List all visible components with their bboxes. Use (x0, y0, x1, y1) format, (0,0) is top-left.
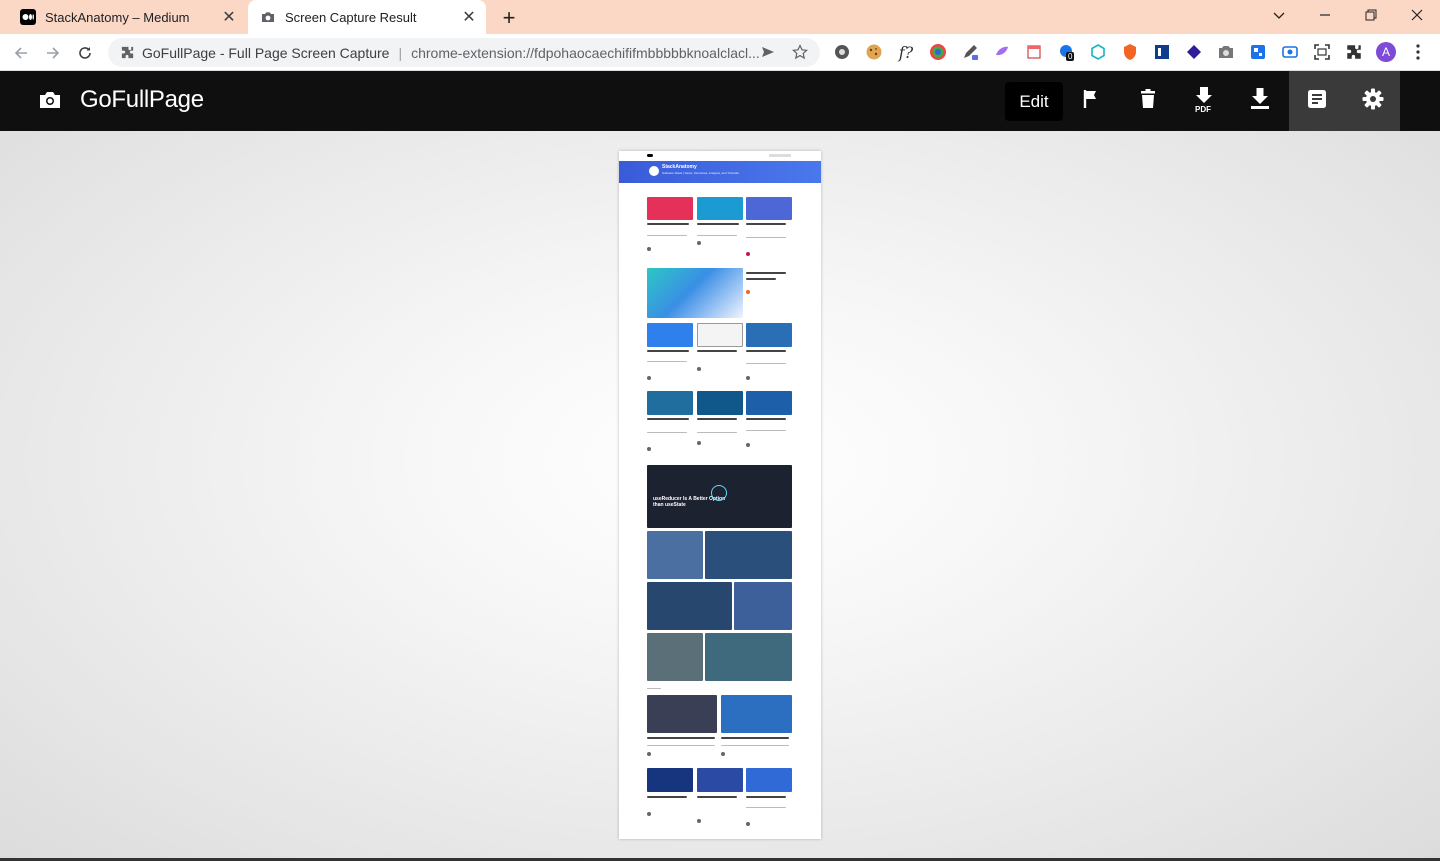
app-title: GoFullPage (80, 86, 204, 113)
grid-icon[interactable] (1248, 42, 1268, 62)
more-menu-icon[interactable] (1408, 42, 1428, 62)
preview-thumb (647, 268, 743, 318)
preview-thumb (697, 197, 743, 220)
pdf-label: PDF (1195, 105, 1211, 114)
preview-thumb (721, 695, 792, 733)
preview-thumb (647, 582, 732, 630)
record-icon[interactable] (1280, 42, 1300, 62)
screenshot-icon[interactable] (1312, 42, 1332, 62)
app-header: GoFullPage Edit PDF (0, 71, 1440, 131)
cube-icon[interactable] (1088, 42, 1108, 62)
preview-thumb (705, 531, 792, 579)
preview-thumb (647, 531, 703, 579)
preview-banner-subtitle: Software Stack | News, Interviews, Analy… (662, 171, 739, 175)
site-name: GoFullPage - Full Page Screen Capture (142, 44, 390, 61)
capture-area: StackAnatomy Software Stack | News, Inte… (0, 131, 1440, 861)
preview-logo (649, 166, 659, 176)
cookie-icon[interactable] (864, 42, 884, 62)
color-picker-icon[interactable] (928, 42, 948, 62)
screenshot-preview[interactable]: StackAnatomy Software Stack | News, Inte… (619, 151, 821, 839)
preview-thumb (705, 633, 792, 681)
trash-icon (1140, 88, 1156, 114)
preview-thumb (647, 768, 693, 792)
tab-screen-capture-result[interactable]: Screen Capture Result ✕ (248, 0, 486, 34)
flag-icon (1083, 89, 1101, 114)
profile-avatar[interactable]: A (1376, 42, 1396, 62)
bookmark-star-icon[interactable] (792, 44, 808, 63)
camera-icon (38, 89, 62, 116)
close-icon[interactable]: ✕ (220, 8, 238, 26)
edit-button[interactable]: Edit (1005, 82, 1063, 121)
preview-thumb (697, 391, 743, 415)
shield-icon[interactable] (1120, 42, 1140, 62)
preview-medium-header (619, 151, 821, 161)
tab-strip: StackAnatomy – Medium ✕ Screen Capture R… (0, 0, 1440, 34)
download-pdf-button[interactable]: PDF (1176, 71, 1232, 131)
restore-button[interactable] (1348, 0, 1394, 30)
notes-icon[interactable] (1024, 42, 1044, 62)
tab-title: Screen Capture Result (285, 9, 417, 25)
close-window-button[interactable] (1394, 0, 1440, 30)
pen-icon[interactable] (960, 42, 980, 62)
flag-button[interactable] (1064, 71, 1120, 131)
book-icon[interactable] (1152, 42, 1172, 62)
tab-search-icon[interactable] (1256, 0, 1302, 30)
tab-title: StackAnatomy – Medium (45, 9, 190, 25)
preview-thumb (647, 391, 693, 415)
preview-thumb (734, 582, 792, 630)
settings-gear-icon[interactable] (832, 42, 852, 62)
badge-count: 0 (1066, 52, 1075, 61)
pdf-download-icon: PDF (1192, 87, 1216, 115)
gear-icon (1362, 88, 1384, 115)
preview-thumb (746, 768, 792, 792)
reload-button[interactable] (72, 40, 98, 66)
close-icon[interactable]: ✕ (460, 8, 478, 26)
preview-thumb (746, 391, 792, 415)
document-icon (1307, 89, 1327, 114)
download-image-button[interactable] (1232, 71, 1288, 131)
badge-counter-icon[interactable]: 0 (1056, 42, 1076, 62)
settings-button[interactable] (1345, 71, 1400, 131)
paint-icon[interactable] (992, 42, 1012, 62)
new-tab-button[interactable]: + (497, 5, 521, 30)
preview-thumb (746, 197, 792, 220)
react-logo-icon (711, 485, 727, 501)
tab-stackanatomy[interactable]: StackAnatomy – Medium ✕ (8, 0, 246, 34)
delete-button[interactable] (1120, 71, 1176, 131)
preview-thumb (697, 768, 743, 792)
address-bar[interactable]: GoFullPage - Full Page Screen Capture | … (108, 38, 820, 67)
preview-thumb (697, 323, 743, 347)
puzzle-icon (120, 45, 135, 63)
send-icon[interactable] (760, 44, 776, 63)
puzzle-icon[interactable] (1344, 42, 1364, 62)
preview-thumb (746, 323, 792, 347)
omnibox-separator: | (398, 44, 403, 61)
preview-thumb (647, 197, 693, 220)
minimize-button[interactable] (1302, 0, 1348, 30)
preview-banner-title: StackAnatomy (662, 164, 697, 170)
diamond-icon[interactable] (1184, 42, 1204, 62)
camera-icon[interactable] (1216, 42, 1236, 62)
download-icon (1250, 87, 1270, 115)
preview-thumb (647, 633, 703, 681)
back-button[interactable] (8, 40, 34, 66)
forward-button[interactable] (40, 40, 66, 66)
medium-icon (20, 9, 36, 25)
all-captures-button[interactable] (1289, 71, 1345, 131)
preview-thumb (647, 695, 717, 733)
fx-icon[interactable]: f? (896, 42, 916, 62)
camera-icon (260, 9, 276, 25)
url-text: chrome-extension://fdpohaocaechififmbbbb… (411, 44, 760, 61)
preview-thumb (647, 323, 693, 347)
